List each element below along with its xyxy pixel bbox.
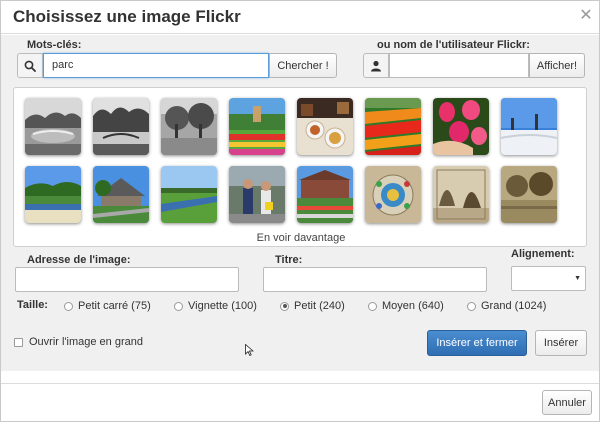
size-option-label: Vignette (100): [188, 300, 257, 312]
user-input[interactable]: [389, 53, 529, 78]
size-option-small-square[interactable]: Petit carré (75): [64, 298, 151, 314]
thumbnail[interactable]: [161, 98, 217, 155]
dialog-title: Choisissez une image Flickr: [13, 7, 241, 26]
radio-large[interactable]: [467, 301, 476, 311]
flickr-dialog: Choisissez une image Flickr ✕ Mots-clés:…: [0, 0, 600, 422]
thumbnail[interactable]: [297, 98, 353, 155]
keywords-label: Mots-clés:: [27, 39, 82, 51]
radio-small-square[interactable]: [64, 301, 73, 311]
thumbnail[interactable]: [433, 166, 489, 223]
insert-and-close-button[interactable]: Insérer et fermer: [427, 330, 527, 356]
address-input[interactable]: [15, 267, 239, 292]
thumbnail[interactable]: [93, 166, 149, 223]
radio-thumbnail[interactable]: [174, 301, 183, 311]
radio-small[interactable]: [280, 301, 289, 311]
user-icon: [363, 53, 389, 78]
search-icon: [17, 53, 43, 78]
thumbnail[interactable]: [365, 166, 421, 223]
thumbnail[interactable]: [433, 98, 489, 155]
address-label: Adresse de l'image:: [27, 254, 131, 266]
thumbnail[interactable]: [93, 98, 149, 155]
cancel-button[interactable]: Annuler: [542, 390, 592, 415]
open-large-label: Ouvrir l'image en grand: [29, 336, 143, 348]
size-option-small[interactable]: Petit (240): [280, 298, 345, 314]
size-label: Taille:: [17, 299, 48, 311]
thumbnail[interactable]: [161, 166, 217, 223]
chevron-down-icon: ▼: [574, 275, 581, 282]
size-option-label: Moyen (640): [382, 300, 444, 312]
thumbnail[interactable]: [297, 166, 353, 223]
user-label: ou nom de l'utilisateur Flickr:: [377, 39, 530, 51]
dialog-footer: Annuler: [1, 383, 599, 421]
alignment-select[interactable]: ▼: [511, 266, 586, 291]
keywords-input[interactable]: parc: [43, 53, 269, 78]
thumbnail[interactable]: [229, 98, 285, 155]
thumbnail[interactable]: [229, 166, 285, 223]
close-icon[interactable]: ✕: [579, 7, 593, 25]
image-gallery: En voir davantage: [13, 87, 587, 247]
size-option-medium[interactable]: Moyen (640): [368, 298, 444, 314]
thumbnail[interactable]: [501, 98, 557, 155]
see-more-link[interactable]: En voir davantage: [14, 232, 588, 244]
size-option-large[interactable]: Grand (1024): [467, 298, 546, 314]
thumbnail[interactable]: [25, 98, 81, 155]
alignment-label: Alignement:: [511, 248, 575, 260]
thumbnail[interactable]: [365, 98, 421, 155]
size-option-thumbnail[interactable]: Vignette (100): [174, 298, 257, 314]
thumbnail[interactable]: [501, 166, 557, 223]
title-label: Titre:: [275, 254, 303, 266]
size-option-label: Petit (240): [294, 300, 345, 312]
size-option-label: Grand (1024): [481, 300, 547, 312]
radio-medium[interactable]: [368, 301, 377, 311]
open-large-checkbox[interactable]: [14, 338, 23, 347]
dialog-body: Mots-clés: parc Chercher ! ou nom de l'u…: [1, 35, 599, 371]
dialog-titlebar: Choisissez une image Flickr ✕: [1, 1, 599, 34]
size-option-label: Petit carré (75): [78, 300, 151, 312]
thumbnail[interactable]: [25, 166, 81, 223]
insert-button[interactable]: Insérer: [535, 330, 587, 356]
search-button[interactable]: Chercher !: [269, 53, 337, 78]
title-input[interactable]: [263, 267, 487, 292]
mouse-cursor-icon: [245, 344, 254, 356]
show-user-button[interactable]: Afficher!: [529, 53, 585, 78]
